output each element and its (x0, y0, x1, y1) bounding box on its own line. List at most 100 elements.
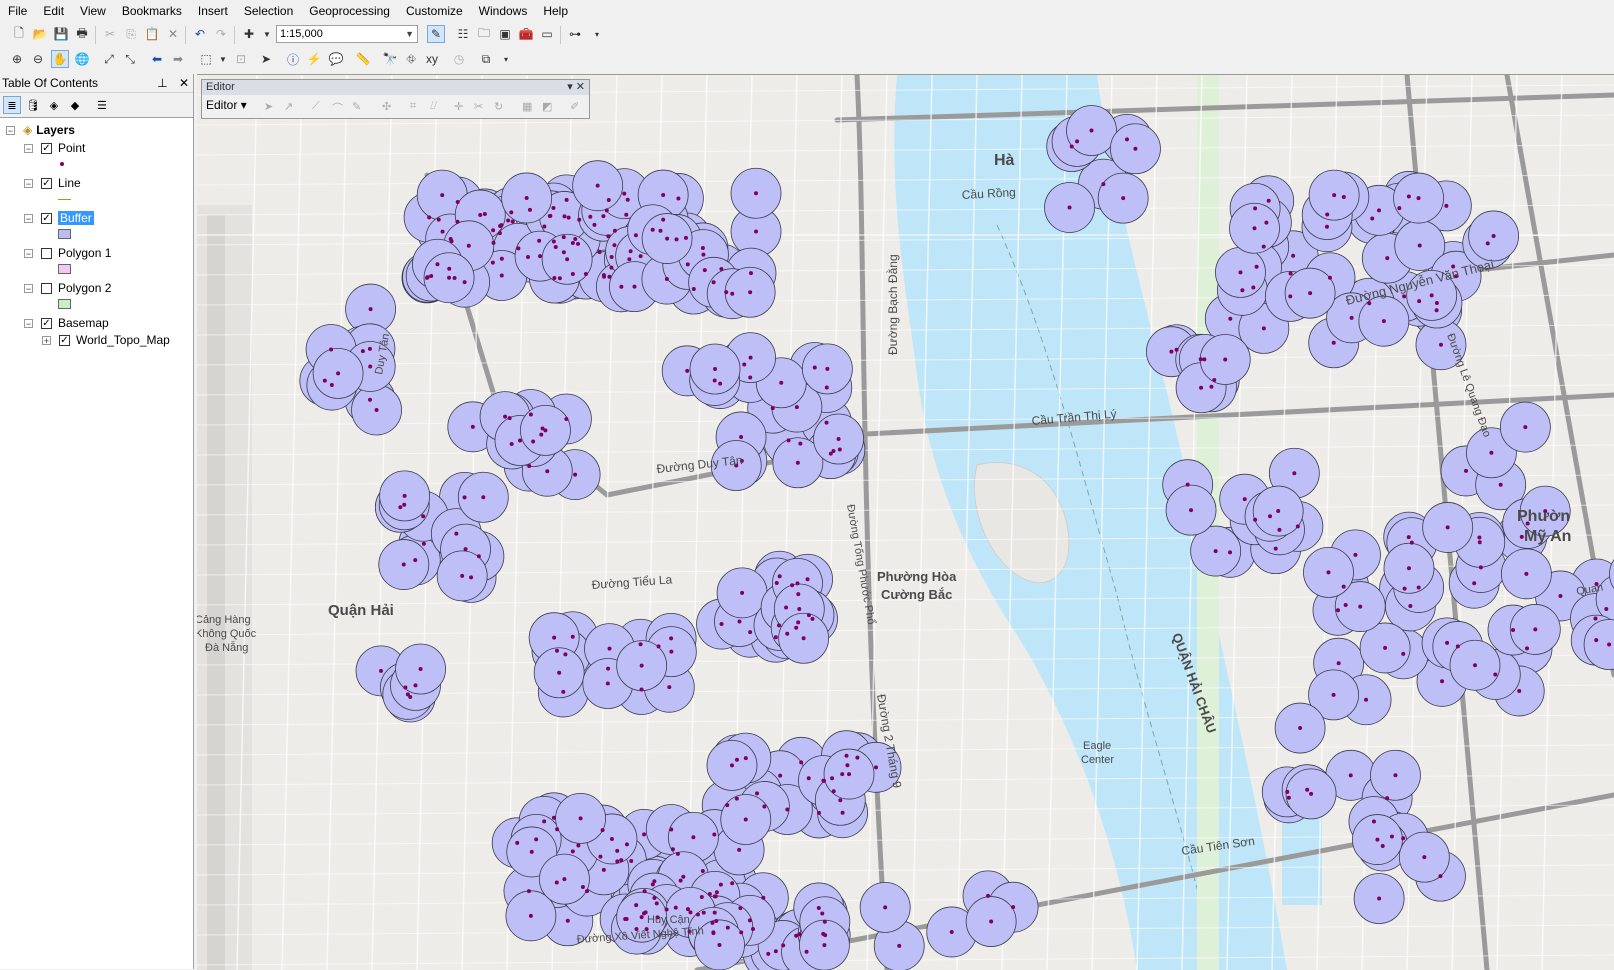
layers-root[interactable]: −◈Layers (6, 122, 75, 138)
layer-point[interactable]: −✓ Point (24, 140, 85, 156)
layer-visibility-checkbox[interactable]: ✓ (41, 318, 52, 329)
toc-options-icon[interactable]: ☰ (93, 96, 111, 114)
pan-icon[interactable]: ✋ (51, 50, 69, 68)
measure-icon[interactable]: 📏 (354, 50, 372, 68)
layer-visibility-checkbox[interactable]: ✓ (41, 143, 52, 154)
layer-world-topo-map[interactable]: + ✓ World_Topo_Map (42, 332, 170, 348)
layer-label[interactable]: Point (58, 141, 85, 155)
fixed-zoom-in-icon[interactable]: ⤢ (100, 50, 118, 68)
menu-view[interactable]: View (72, 0, 114, 22)
hyperlink-icon[interactable]: ⚡ (305, 50, 323, 68)
trace-icon[interactable]: ✎ (352, 100, 361, 113)
identify-icon[interactable]: ⓘ (284, 50, 302, 68)
fixed-zoom-out-icon[interactable]: ⤡ (121, 50, 139, 68)
edit-tool-icon[interactable]: ➤ (264, 100, 273, 113)
layer-polygon-1[interactable]: −Polygon 1 (24, 245, 111, 261)
collapse-icon[interactable]: − (24, 319, 33, 328)
clear-selection-icon[interactable]: ⊡ (232, 50, 250, 68)
layer-buffer[interactable]: −✓ Buffer (24, 210, 94, 226)
layer-visibility-checkbox[interactable]: ✓ (59, 335, 70, 346)
menu-selection[interactable]: Selection (236, 0, 301, 22)
select-features-icon[interactable]: ⬚ (197, 50, 215, 68)
menu-geoprocessing[interactable]: Geoprocessing (301, 0, 398, 22)
toolbar2-overflow-icon[interactable]: ▾ (497, 50, 515, 68)
layer-label[interactable]: Polygon 2 (58, 281, 111, 295)
full-extent-icon[interactable]: 🌐 (73, 50, 91, 68)
close-icon[interactable]: ✕ (179, 76, 189, 90)
end-point-arc-icon[interactable]: ⌒ (332, 100, 343, 116)
editor-close-icon[interactable]: ✕ (576, 81, 585, 93)
open-folder-icon[interactable]: 📂 (31, 25, 49, 43)
editor-menu-button[interactable]: Editor ▾ (206, 98, 247, 112)
point-icon[interactable]: ✣ (382, 100, 391, 113)
layer-visibility-checkbox[interactable] (41, 248, 52, 259)
collapse-icon[interactable]: − (24, 179, 33, 188)
html-popup-icon[interactable]: 💬 (327, 50, 345, 68)
menu-help[interactable]: Help (535, 0, 576, 22)
expand-icon[interactable]: + (42, 336, 51, 345)
layer-label[interactable]: Polygon 1 (58, 246, 111, 260)
layer-polygon-2[interactable]: − Polygon 2 (24, 280, 111, 296)
list-by-visibility-icon[interactable]: ◈ (45, 96, 63, 114)
rotate-icon[interactable]: ↻ (494, 100, 503, 113)
menu-insert[interactable]: Insert (190, 0, 236, 22)
new-document-icon[interactable]: 🗋 (10, 25, 28, 43)
sketch-properties-icon[interactable]: ◩ (542, 100, 552, 113)
copy-icon[interactable]: ⎘ (122, 25, 140, 43)
find-route-icon[interactable]: ⛗ (402, 50, 420, 68)
create-features-icon[interactable]: ✐ (570, 100, 579, 113)
edit-vertices-icon[interactable]: ⌗ (410, 100, 416, 113)
menu-windows[interactable]: Windows (471, 0, 536, 22)
print-icon[interactable]: 🖶 (73, 25, 91, 43)
back-extent-icon[interactable]: ⬅ (148, 50, 166, 68)
collapse-icon[interactable]: − (24, 284, 33, 293)
select-dropdown-icon[interactable]: ▼ (214, 50, 232, 68)
layer-label[interactable]: Buffer (58, 211, 94, 225)
sublayer-label[interactable]: World_Topo_Map (76, 333, 170, 347)
catalog-icon[interactable]: 🗀 (475, 25, 493, 43)
editor-toolbar-icon[interactable]: ✎ (427, 25, 445, 43)
forward-extent-icon[interactable]: ➡ (169, 50, 187, 68)
toolbar-overflow-icon[interactable]: ▾ (588, 25, 606, 43)
edit-annotation-icon[interactable]: ↗ (284, 100, 293, 113)
map-scale-select[interactable]: 1:15,000▼ (276, 25, 418, 43)
layer-visibility-checkbox[interactable]: ✓ (41, 178, 52, 189)
add-data-dropdown-icon[interactable]: ▼ (258, 25, 276, 43)
layer-label[interactable]: Line (58, 176, 81, 190)
menu-customize[interactable]: Customize (398, 0, 471, 22)
editor-dropdown-icon[interactable]: ▾ (567, 81, 573, 93)
list-by-drawing-order-icon[interactable]: ≣ (3, 96, 21, 114)
menu-edit[interactable]: Edit (35, 0, 72, 22)
save-icon[interactable]: 💾 (52, 25, 70, 43)
menu-file[interactable]: File (0, 0, 35, 22)
split-icon[interactable]: ✂ (474, 100, 483, 113)
layer-visibility-checkbox[interactable]: ✓ (41, 213, 52, 224)
model-builder-icon[interactable]: ⊶ (566, 25, 584, 43)
select-elements-icon[interactable]: ➤ (257, 50, 275, 68)
delete-icon[interactable]: ✕ (164, 25, 182, 43)
layer-basemap[interactable]: −✓Basemap (24, 315, 109, 331)
zoom-in-icon[interactable]: ⊕ (8, 50, 26, 68)
collapse-icon[interactable]: − (24, 144, 33, 153)
attributes-icon[interactable]: ▦ (522, 100, 532, 113)
straight-segment-icon[interactable]: ⟋ (312, 100, 320, 113)
menu-bookmarks[interactable]: Bookmarks (114, 0, 190, 22)
go-to-xy-icon[interactable]: xy (423, 50, 441, 68)
create-viewer-window-icon[interactable]: ⧉ (477, 50, 495, 68)
table-of-contents-icon[interactable]: ☷ (454, 25, 472, 43)
reshape-icon[interactable]: ⌰ (430, 100, 437, 113)
find-icon[interactable]: 🔭 (381, 50, 399, 68)
search-window-icon[interactable]: ▣ (496, 25, 514, 43)
layer-line[interactable]: −✓ Line (24, 175, 81, 191)
zoom-out-icon[interactable]: ⊖ (29, 50, 47, 68)
python-window-icon[interactable]: ▭ (538, 25, 556, 43)
list-by-source-icon[interactable]: 🛢 (24, 96, 42, 114)
collapse-icon[interactable]: − (24, 214, 33, 223)
map-view[interactable]: HàCầu RồngĐường Bạch ĐằngCầu Trần Thị Lý… (197, 74, 1614, 970)
paste-icon[interactable]: 📋 (143, 25, 161, 43)
redo-icon[interactable]: ↷ (212, 25, 230, 43)
list-by-selection-icon[interactable]: ◆ (66, 96, 84, 114)
layer-visibility-checkbox[interactable] (41, 283, 52, 294)
cut-polygons-icon[interactable]: ✛ (454, 100, 463, 113)
pin-icon[interactable]: ⊥ (157, 76, 167, 90)
